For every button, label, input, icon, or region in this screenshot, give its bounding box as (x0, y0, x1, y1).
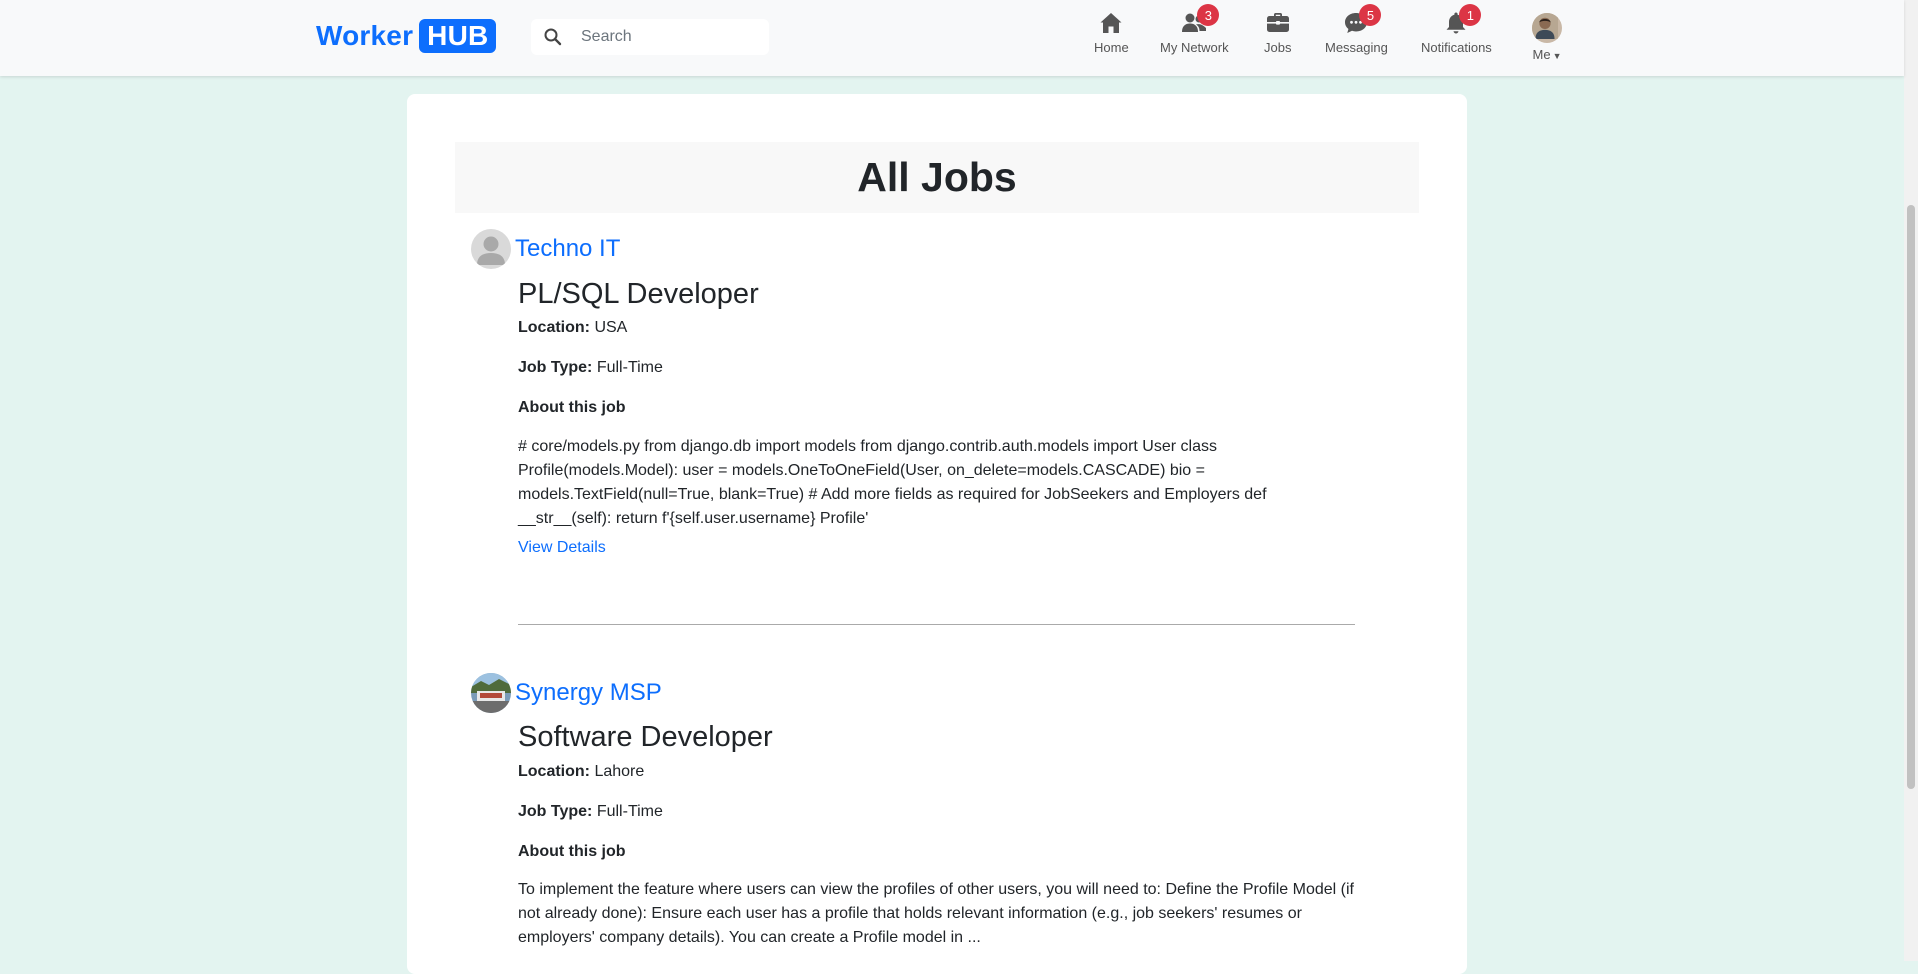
briefcase-icon (1266, 13, 1289, 32)
about-label: About this job (518, 399, 626, 416)
top-navbar: Worker HUB Home 3 My Network J (0, 0, 1904, 76)
job-body: PL/SQL Developer Location: USA Job Type:… (518, 278, 1358, 556)
about-heading: About this job (518, 399, 626, 417)
search-icon (544, 28, 562, 46)
job-description: # core/models.py from django.db import m… (518, 438, 1267, 527)
job-description: To implement the feature where users can… (518, 881, 1354, 946)
job-type-value: Full-Time (596, 803, 663, 820)
brand-logo[interactable]: Worker HUB (316, 19, 497, 53)
network-badge: 3 (1197, 4, 1220, 26)
company-link[interactable]: Techno IT (515, 235, 620, 263)
job-type: Job Type: Full-Time (518, 359, 663, 377)
nav-jobs[interactable]: Jobs (1264, 10, 1291, 55)
nav-me[interactable]: Me ▼ (1532, 13, 1562, 62)
nav-my-network-label: My Network (1160, 40, 1229, 55)
user-avatar[interactable] (1532, 13, 1562, 43)
company-avatar (471, 229, 511, 269)
nav-home[interactable]: Home (1094, 10, 1129, 55)
default-avatar-icon (471, 229, 511, 269)
job-type-value: Full-Time (596, 359, 663, 376)
notifications-badge: 1 (1459, 4, 1482, 26)
location-label: Location: (518, 319, 590, 336)
job-body: Software Developer Location: Lahore Job … (518, 721, 1358, 946)
page-title-box: All Jobs (455, 142, 1419, 213)
nav-jobs-label: Jobs (1264, 40, 1292, 55)
company-header: Synergy MSP (471, 673, 662, 713)
page-title: All Jobs (857, 154, 1017, 200)
home-icon (1100, 13, 1122, 33)
search-input[interactable] (579, 27, 763, 47)
brand-box: HUB (419, 19, 497, 53)
job-location: Location: Lahore (518, 763, 644, 781)
about-label: About this job (518, 843, 626, 860)
user-avatar-image (1532, 13, 1558, 39)
nav-notifications-label: Notifications (1421, 40, 1492, 55)
nav-me-label: Me (1532, 47, 1551, 62)
job-type-label: Job Type: (518, 803, 593, 820)
caret-down-icon: ▼ (1552, 51, 1562, 61)
company-header: Techno IT (471, 229, 620, 269)
view-details-link[interactable]: View Details (518, 539, 606, 557)
messaging-badge: 5 (1359, 4, 1382, 26)
nav-messaging-label: Messaging (1325, 40, 1388, 55)
nav-notifications[interactable]: 1 Notifications (1421, 4, 1492, 55)
nav-messaging[interactable]: 5 Messaging (1325, 4, 1388, 55)
job-type-label: Job Type: (518, 359, 593, 376)
nav-my-network[interactable]: 3 My Network (1160, 4, 1229, 55)
scrollbar-thumb[interactable] (1907, 205, 1915, 789)
job-title: Software Developer (518, 721, 773, 753)
location-value: USA (594, 319, 628, 336)
brand-word: Worker (316, 20, 414, 51)
nav-home-label: Home (1094, 40, 1129, 55)
nav-me-label-wrap: Me ▼ (1533, 47, 1562, 62)
job-divider (518, 624, 1355, 625)
location-label: Location: (518, 763, 590, 780)
job-title: PL/SQL Developer (518, 278, 759, 310)
jobs-card: All Jobs Techno IT PL/SQL Developer Loca… (407, 94, 1467, 974)
job-type: Job Type: Full-Time (518, 803, 663, 821)
search-bar (531, 19, 769, 55)
company-link[interactable]: Synergy MSP (515, 679, 662, 707)
page-scrollbar[interactable] (1904, 0, 1918, 961)
company-photo (471, 673, 511, 713)
company-avatar (471, 673, 511, 713)
about-heading: About this job (518, 843, 626, 861)
job-location: Location: USA (518, 319, 627, 337)
location-value: Lahore (594, 763, 645, 780)
